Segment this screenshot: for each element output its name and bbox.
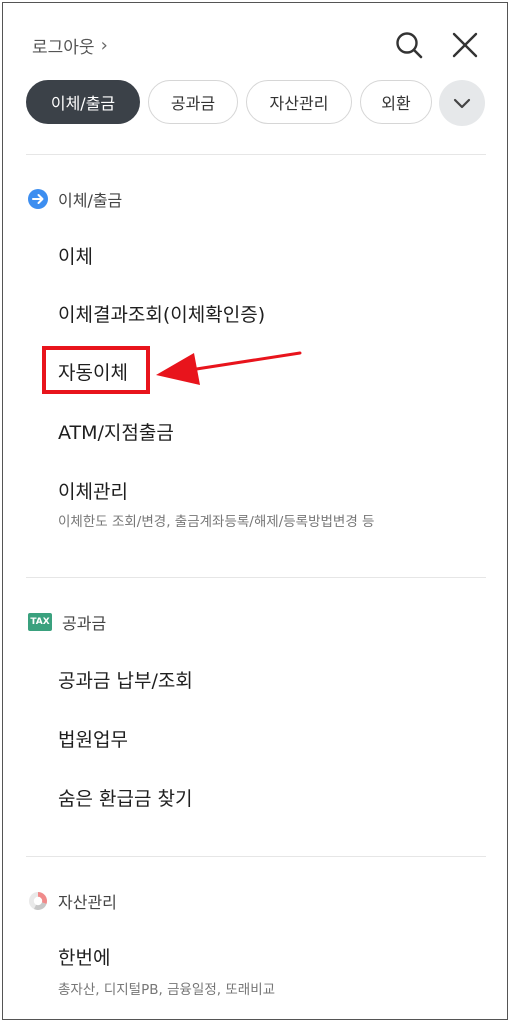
- chevron-right-icon: ›: [100, 35, 108, 56]
- section-header-transfer: 이체/출금: [28, 187, 122, 211]
- section-header-utility: TAX 공과금: [28, 610, 106, 634]
- menu-item-all-at-once[interactable]: 한번에: [58, 943, 110, 970]
- section-title: 자산관리: [58, 893, 117, 912]
- menu-item-hidden-refund[interactable]: 숨은 환급금 찾기: [58, 784, 192, 811]
- menu-item-utility-payment[interactable]: 공과금 납부/조회: [58, 666, 193, 693]
- highlight-box: [42, 346, 150, 394]
- tab-forex[interactable]: 외환: [360, 80, 432, 124]
- close-button[interactable]: [452, 32, 478, 58]
- menu-item-description: 총자산, 디지털PB, 금융일정, 또래비교: [58, 982, 276, 998]
- arrow-right-circle-icon: [28, 189, 48, 209]
- menu-item-transfer-management[interactable]: 이체관리: [58, 477, 128, 504]
- pointer-arrow: [156, 351, 302, 385]
- expand-tabs-button[interactable]: [439, 80, 485, 126]
- section-header-asset: 자산관리: [28, 889, 117, 913]
- section-title: 공과금: [62, 614, 107, 633]
- close-icon: [452, 32, 478, 58]
- logout-link[interactable]: 로그아웃 ›: [32, 33, 108, 58]
- search-icon: [396, 32, 423, 59]
- section-title: 이체/출금: [58, 191, 123, 210]
- tax-icon: TAX: [28, 613, 52, 631]
- divider: [26, 154, 486, 155]
- chevron-down-icon: [453, 98, 471, 109]
- pie-chart-icon: [28, 891, 48, 911]
- menu-item-description: 이체한도 조회/변경, 출금계좌등록/해제/등록방법변경 등: [58, 514, 375, 530]
- tab-utility[interactable]: 공과금: [148, 80, 238, 124]
- category-tabs: 이체/출금 공과금 자산관리 외환: [26, 80, 432, 126]
- top-bar: 로그아웃 ›: [0, 0, 512, 90]
- tab-transfer[interactable]: 이체/출금: [26, 80, 140, 124]
- menu-item-court-services[interactable]: 법원업무: [58, 725, 128, 752]
- divider: [26, 577, 486, 578]
- menu-item-transfer[interactable]: 이체: [58, 242, 93, 269]
- logout-label: 로그아웃: [32, 38, 95, 58]
- menu-item-transfer-result[interactable]: 이체결과조회(이체확인증): [58, 300, 265, 327]
- divider: [26, 856, 486, 857]
- tab-asset[interactable]: 자산관리: [246, 80, 352, 124]
- menu-item-atm-withdrawal[interactable]: ATM/지점출금: [58, 418, 174, 445]
- search-button[interactable]: [394, 30, 424, 60]
